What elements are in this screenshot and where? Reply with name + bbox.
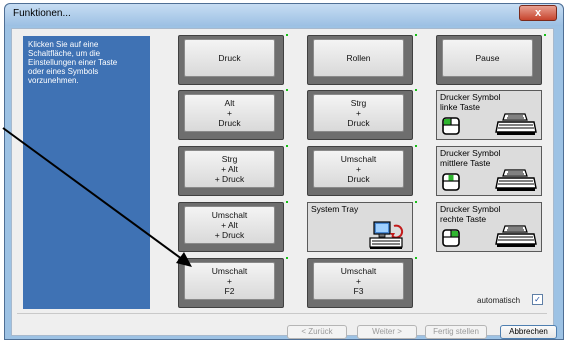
title-bar[interactable]: Funktionen... x — [5, 4, 563, 26]
printer-symbol-left-label: Drucker Symbol linke Taste — [440, 92, 501, 112]
key-strg-alt-druck-label: Strg + Alt + Druck — [184, 150, 275, 188]
key-umschalt-f2-label: Umschalt + F2 — [184, 262, 275, 300]
status-led — [286, 145, 288, 147]
printer-icon — [495, 113, 537, 135]
system-tray-label: System Tray — [311, 204, 359, 214]
key-strg-druck-label: Strg + Druck — [313, 94, 404, 132]
key-strg-druck[interactable]: Strg + Druck — [307, 89, 417, 140]
status-led — [286, 34, 288, 36]
status-led — [415, 89, 417, 91]
status-led — [415, 145, 417, 147]
key-druck[interactable]: Druck — [178, 34, 288, 85]
background-strip — [564, 3, 574, 345]
printer-symbol-middle-button[interactable]: Drucker Symbol mittlere Taste — [436, 146, 542, 196]
key-umschalt-f2[interactable]: Umschalt + F2 — [178, 257, 288, 308]
automatic-checkbox[interactable]: ✓ — [532, 294, 543, 305]
status-led — [544, 34, 546, 36]
mouse-right-icon — [442, 229, 460, 247]
next-button[interactable]: Weiter > — [357, 325, 417, 339]
computer-printer-icon — [369, 221, 404, 249]
dialog-content: Klicken Sie auf eine Schaltfläche, um di… — [11, 28, 554, 336]
window-title: Funktionen... — [13, 8, 71, 19]
key-pause[interactable]: Pause — [436, 34, 546, 85]
key-alt-druck-label: Alt + Druck — [184, 94, 275, 132]
status-led — [415, 201, 417, 203]
key-umschalt-druck[interactable]: Umschalt + Druck — [307, 145, 417, 196]
key-rollen[interactable]: Rollen — [307, 34, 417, 85]
status-led — [286, 89, 288, 91]
system-tray-button[interactable]: System Tray — [307, 201, 417, 252]
key-alt-druck[interactable]: Alt + Druck — [178, 89, 288, 140]
mouse-middle-icon — [442, 173, 460, 191]
printer-icon — [495, 169, 537, 191]
key-umschalt-f3[interactable]: Umschalt + F3 — [307, 257, 417, 308]
mouse-left-icon — [442, 117, 460, 135]
status-led — [415, 257, 417, 259]
printer-icon — [495, 225, 537, 247]
finish-button[interactable]: Fertig stellen — [425, 325, 487, 339]
key-umschalt-alt-druck-label: Umschalt + Alt + Druck — [184, 206, 275, 244]
printer-symbol-right-label: Drucker Symbol rechte Taste — [440, 204, 501, 224]
automatic-label: automatisch — [477, 296, 521, 305]
printer-symbol-right-button[interactable]: Drucker Symbol rechte Taste — [436, 202, 542, 252]
cancel-button[interactable]: Abbrechen — [500, 325, 557, 339]
key-pause-label: Pause — [442, 39, 533, 77]
key-strg-alt-druck[interactable]: Strg + Alt + Druck — [178, 145, 288, 196]
key-druck-label: Druck — [184, 39, 275, 77]
info-panel: Klicken Sie auf eine Schaltfläche, um di… — [23, 36, 150, 309]
close-button[interactable]: x — [519, 5, 557, 21]
key-umschalt-alt-druck[interactable]: Umschalt + Alt + Druck — [178, 201, 288, 252]
key-rollen-label: Rollen — [313, 39, 404, 77]
status-led — [286, 201, 288, 203]
info-text: Klicken Sie auf eine Schaltfläche, um di… — [28, 40, 118, 85]
dialog-window: Funktionen... x Klicken Sie auf eine Sch… — [4, 3, 564, 340]
status-led — [286, 257, 288, 259]
separator — [17, 313, 547, 314]
key-umschalt-druck-label: Umschalt + Druck — [313, 150, 404, 188]
printer-symbol-middle-label: Drucker Symbol mittlere Taste — [440, 148, 501, 168]
status-led — [415, 34, 417, 36]
key-umschalt-f3-label: Umschalt + F3 — [313, 262, 404, 300]
back-button[interactable]: < Zurück — [287, 325, 347, 339]
printer-symbol-left-button[interactable]: Drucker Symbol linke Taste — [436, 90, 542, 140]
